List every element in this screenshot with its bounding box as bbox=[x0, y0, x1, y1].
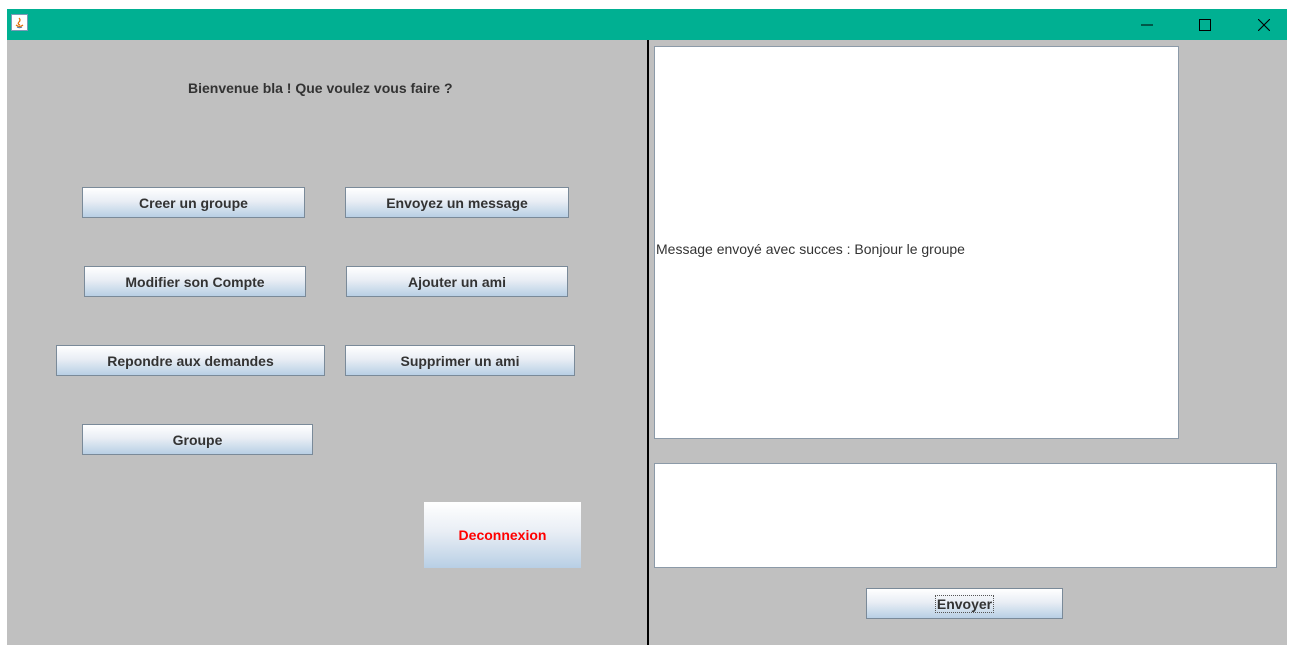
maximize-icon bbox=[1199, 19, 1211, 31]
panel-divider bbox=[647, 40, 649, 645]
group-button[interactable]: Groupe bbox=[82, 424, 313, 455]
maximize-button[interactable] bbox=[1182, 9, 1228, 40]
minimize-button[interactable] bbox=[1124, 9, 1170, 40]
create-group-button[interactable]: Creer un groupe bbox=[82, 187, 305, 218]
minimize-icon bbox=[1141, 24, 1153, 26]
close-button[interactable] bbox=[1241, 9, 1287, 40]
app-window: Bienvenue bla ! Que voulez vous faire ? … bbox=[7, 9, 1287, 645]
answer-requests-button[interactable]: Repondre aux demandes bbox=[56, 345, 325, 376]
send-button-label: Envoyer bbox=[934, 594, 995, 613]
send-button[interactable]: Envoyer bbox=[866, 588, 1063, 619]
title-bar[interactable] bbox=[7, 9, 1287, 40]
logout-button[interactable]: Deconnexion bbox=[424, 502, 581, 568]
welcome-label: Bienvenue bla ! Que voulez vous faire ? bbox=[188, 80, 453, 96]
message-input[interactable] bbox=[654, 463, 1277, 568]
message-display-area[interactable]: Message envoyé avec succes : Bonjour le … bbox=[654, 46, 1179, 439]
close-icon bbox=[1258, 19, 1270, 31]
send-message-button[interactable]: Envoyez un message bbox=[345, 187, 569, 218]
main-content: Bienvenue bla ! Que voulez vous faire ? … bbox=[7, 40, 1287, 645]
message-display-text: Message envoyé avec succes : Bonjour le … bbox=[656, 241, 965, 257]
add-friend-button[interactable]: Ajouter un ami bbox=[346, 266, 568, 297]
remove-friend-button[interactable]: Supprimer un ami bbox=[345, 345, 575, 376]
edit-account-button[interactable]: Modifier son Compte bbox=[84, 266, 306, 297]
java-app-icon[interactable] bbox=[11, 14, 28, 31]
